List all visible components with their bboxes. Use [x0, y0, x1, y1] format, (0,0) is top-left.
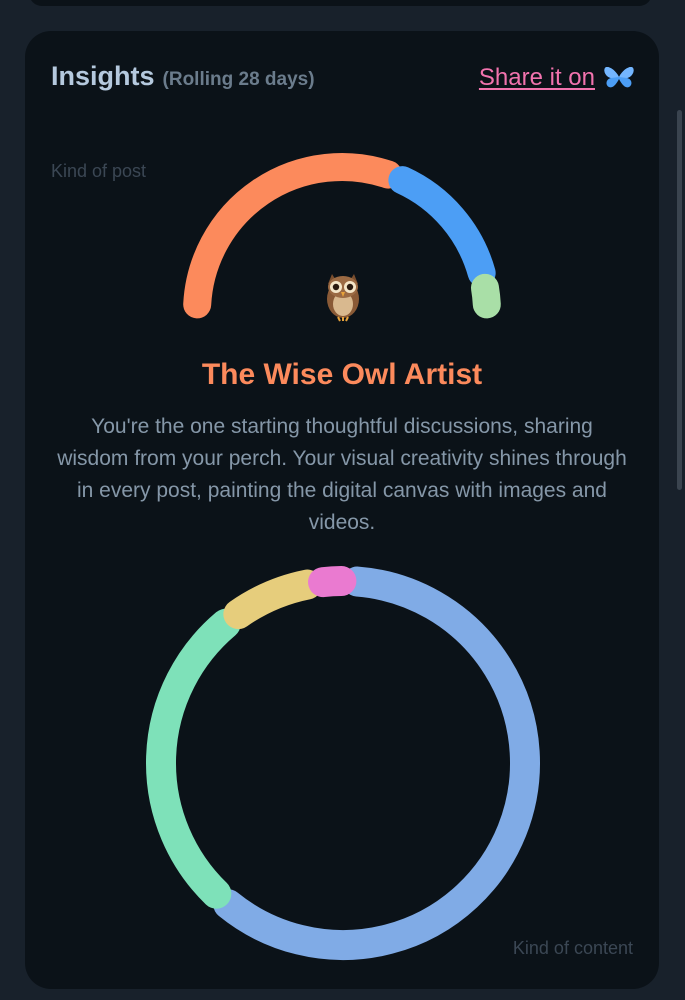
kind-of-content-ring: [146, 566, 540, 960]
content-ring-segment-2: [223, 569, 323, 630]
content-ring-segment-3: [308, 566, 357, 598]
kind-of-content-label: Kind of content: [512, 938, 633, 958]
content-ring-segment-1: [146, 608, 241, 909]
previous-card: [29, 0, 652, 6]
insights-card: Insights (Rolling 28 days) Share it on K…: [25, 31, 659, 989]
scrollbar[interactable]: [677, 110, 682, 490]
content-ring-segment-0: [213, 566, 540, 960]
